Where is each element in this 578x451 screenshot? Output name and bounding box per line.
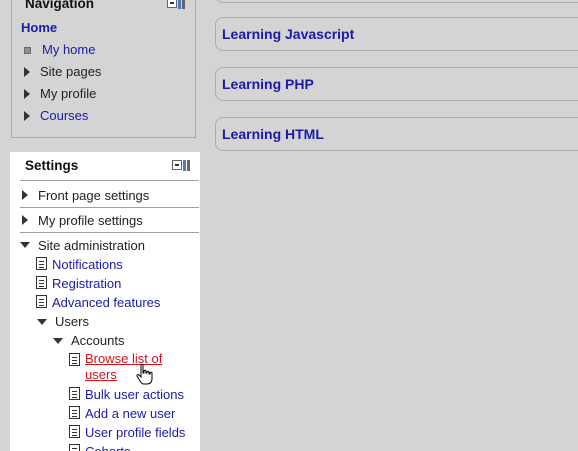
page-icon <box>69 425 80 438</box>
account-item-add-new-user: Add a new user <box>69 404 175 423</box>
account-item-bulk-user-actions: Bulk user actions <box>69 385 184 404</box>
nav-item-site-pages[interactable]: Site pages <box>40 61 101 83</box>
browse-list-of-users-link[interactable]: Browse list of users <box>85 351 179 383</box>
navigation-header: Navigation <box>12 0 195 14</box>
page-icon <box>69 444 80 451</box>
accounts-item[interactable]: Accounts <box>53 331 124 350</box>
page-icon <box>36 257 47 270</box>
site-administration-label[interactable]: Site administration <box>38 238 145 253</box>
account-item-cohorts: Cohorts <box>69 442 131 451</box>
user-profile-fields-link[interactable]: User profile fields <box>85 423 185 442</box>
course-box: Learning PHP <box>215 67 578 101</box>
my-profile-settings-label[interactable]: My profile settings <box>38 213 143 228</box>
nav-home-link[interactable]: Home <box>21 17 57 39</box>
page-icon <box>36 295 47 308</box>
course-link-javascript[interactable]: Learning Javascript <box>222 26 354 42</box>
expand-arrow-icon[interactable] <box>24 111 30 121</box>
settings-block: Settings Front page settings My profile … <box>10 152 200 451</box>
bulk-user-actions-link[interactable]: Bulk user actions <box>85 385 184 404</box>
account-item-user-profile-fields: User profile fields <box>69 423 185 442</box>
hand-cursor-icon <box>136 364 153 385</box>
expand-arrow-icon[interactable] <box>22 215 28 225</box>
accounts-label[interactable]: Accounts <box>71 333 124 348</box>
front-page-settings-item[interactable]: Front page settings <box>20 183 199 207</box>
collapse-arrow-icon[interactable] <box>20 242 30 248</box>
page-icon <box>69 406 80 419</box>
notifications-link[interactable]: Notifications <box>52 255 123 274</box>
expand-arrow-icon[interactable] <box>22 190 28 200</box>
settings-title: Settings <box>25 157 79 173</box>
bullet-icon <box>24 46 31 54</box>
course-link-html[interactable]: Learning HTML <box>222 126 324 142</box>
admin-item-notifications: Notifications <box>36 255 123 274</box>
admin-item-advanced-features: Advanced features <box>36 293 160 312</box>
course-box-partial <box>215 0 578 3</box>
navigation-title: Navigation <box>25 0 95 11</box>
divider <box>20 180 199 181</box>
nav-item-my-profile[interactable]: My profile <box>40 83 96 105</box>
course-link-php[interactable]: Learning PHP <box>222 76 314 92</box>
registration-link[interactable]: Registration <box>52 274 121 293</box>
expand-arrow-icon[interactable] <box>24 89 30 99</box>
add-new-user-link[interactable]: Add a new user <box>85 404 175 423</box>
nav-item-courses[interactable]: Courses <box>40 105 88 127</box>
advanced-features-link[interactable]: Advanced features <box>52 293 160 312</box>
site-administration-item[interactable]: Site administration <box>20 233 199 257</box>
dock-control-icon[interactable] <box>167 0 185 9</box>
page-icon <box>36 276 47 289</box>
front-page-settings-label[interactable]: Front page settings <box>38 188 149 203</box>
my-profile-settings-item[interactable]: My profile settings <box>20 208 199 232</box>
page-icon <box>69 353 80 366</box>
settings-header: Settings <box>10 152 200 178</box>
expand-arrow-icon[interactable] <box>24 67 30 77</box>
admin-item-registration: Registration <box>36 274 121 293</box>
dock-control-icon[interactable] <box>172 159 190 171</box>
collapse-arrow-icon[interactable] <box>53 337 63 344</box>
page-icon <box>69 387 80 400</box>
users-item[interactable]: Users <box>37 312 89 331</box>
nav-item-my-home[interactable]: My home <box>42 39 95 61</box>
course-box: Learning Javascript <box>215 17 578 51</box>
collapse-arrow-icon[interactable] <box>37 318 47 325</box>
account-item-browse-users: Browse list of users <box>69 351 179 383</box>
navigation-block: Navigation Home My home Site pages My pr… <box>11 0 196 138</box>
users-label[interactable]: Users <box>55 314 89 329</box>
cohorts-link[interactable]: Cohorts <box>85 442 131 451</box>
course-box: Learning HTML <box>215 117 578 151</box>
